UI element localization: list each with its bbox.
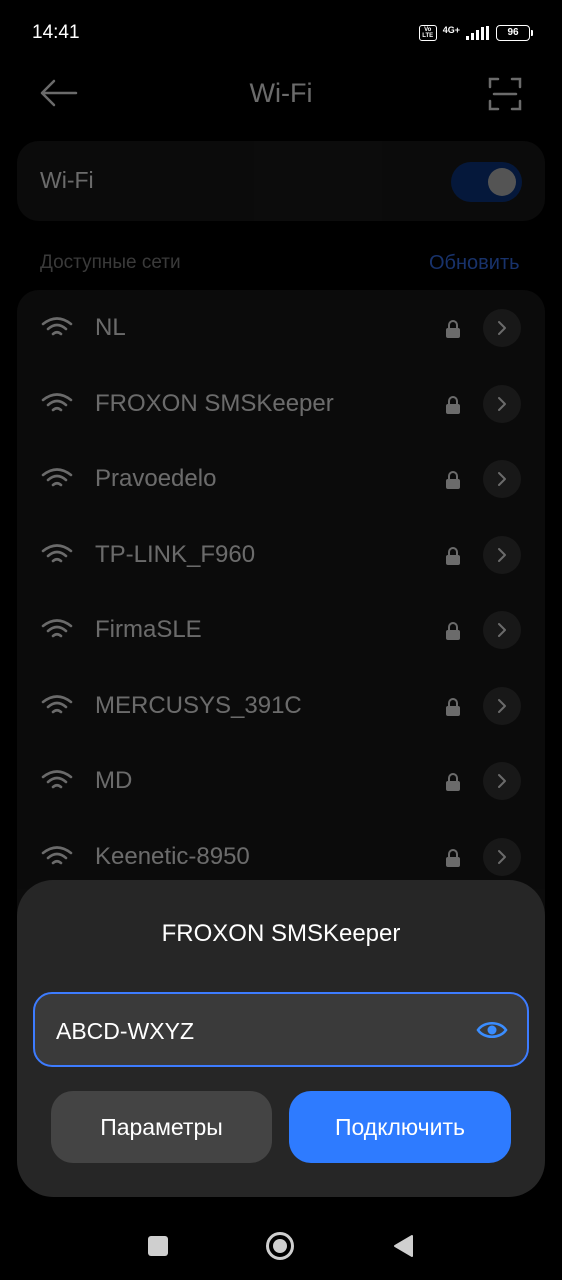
wifi-signal-icon (41, 845, 73, 864)
lock-icon (446, 471, 460, 489)
parameters-button[interactable]: Параметры (51, 1091, 272, 1163)
recents-icon[interactable] (148, 1236, 168, 1256)
password-value: ABCD-WXYZ (56, 1018, 194, 1044)
wifi-toggle-label: Wi-Fi (40, 167, 94, 193)
connect-button[interactable]: Подключить (289, 1091, 511, 1163)
network-name: FirmaSLE (95, 616, 202, 643)
title-bar: Wi-Fi (0, 66, 562, 126)
network-details-button[interactable] (483, 460, 521, 498)
network-row[interactable]: MD (17, 744, 545, 819)
volte-icon: Vo LTE (418, 25, 437, 41)
network-name: TP-LINK_F960 (95, 540, 256, 568)
refresh-button[interactable]: Обновить (429, 252, 520, 275)
show-password-icon[interactable] (476, 1019, 508, 1041)
battery-icon: 96 (496, 25, 533, 41)
password-dialog: FROXON SMSKeeper ABCD-WXYZ Параметры Под… (17, 880, 545, 1197)
status-bar: 14:41 Vo LTE 4G+ 96 (0, 0, 562, 66)
wifi-signal-icon (41, 543, 73, 562)
wifi-toggle-card: Wi-Fi (17, 141, 545, 221)
chevron-right-icon (498, 472, 506, 486)
lock-icon (446, 395, 460, 414)
chevron-right-icon (498, 396, 506, 411)
lock-icon (446, 546, 460, 565)
network-row[interactable]: FirmaSLE (17, 593, 545, 668)
wifi-signal-icon (41, 770, 73, 789)
password-field[interactable]: ABCD-WXYZ (33, 992, 529, 1067)
network-row[interactable]: Pravoedelo (17, 442, 545, 517)
network-type-label: 4G+ (442, 25, 460, 35)
wifi-signal-icon (41, 317, 73, 336)
wifi-signal-icon (41, 468, 73, 487)
wifi-signal-icon (41, 694, 73, 713)
network-details-button[interactable] (483, 837, 521, 876)
lock-icon (446, 773, 460, 791)
network-details-button[interactable] (483, 535, 521, 574)
wifi-toggle-switch[interactable] (451, 162, 522, 202)
dialog-title: FROXON SMSKeeper (161, 920, 401, 947)
network-row[interactable]: FROXON SMSKeeper (17, 367, 545, 442)
home-icon[interactable] (266, 1232, 294, 1260)
network-row[interactable]: NL (17, 291, 545, 366)
signal-icon (466, 26, 489, 40)
network-details-button[interactable] (483, 384, 521, 423)
chevron-right-icon (498, 623, 506, 637)
chevron-right-icon (498, 321, 506, 335)
network-details-button[interactable] (483, 309, 521, 347)
network-details-button[interactable] (483, 611, 521, 649)
chevron-right-icon (498, 849, 506, 864)
chevron-right-icon (498, 698, 506, 713)
network-row[interactable]: TP-LINK_F960 (17, 518, 545, 593)
available-networks-label: Доступные сети (40, 252, 181, 273)
network-name: MD (95, 767, 133, 794)
lock-icon (446, 848, 460, 867)
page-title: Wi-Fi (249, 78, 313, 108)
lock-icon (446, 697, 460, 716)
chevron-right-icon (498, 774, 506, 788)
lock-icon (446, 320, 460, 338)
lock-icon (446, 622, 460, 640)
navigation-bar (0, 1212, 562, 1280)
qr-scan-icon[interactable] (488, 77, 522, 111)
network-details-button[interactable] (483, 762, 521, 800)
network-name: Pravoedelo (95, 465, 217, 492)
status-time: 14:41 (32, 22, 80, 43)
network-name: Keenetic-8950 (95, 842, 250, 870)
wifi-signal-icon (41, 619, 73, 638)
toggle-knob (488, 168, 516, 196)
nav-back-icon[interactable] (392, 1234, 414, 1258)
chevron-right-icon (498, 547, 506, 562)
network-row[interactable]: MERCUSYS_391C (17, 669, 545, 744)
network-details-button[interactable] (483, 686, 521, 725)
network-name: FROXON SMSKeeper (95, 389, 334, 417)
wifi-signal-icon (41, 392, 73, 411)
network-name: NL (95, 314, 126, 341)
network-name: MERCUSYS_391C (95, 691, 302, 719)
status-icons: Vo LTE 4G+ 96 (418, 22, 533, 44)
